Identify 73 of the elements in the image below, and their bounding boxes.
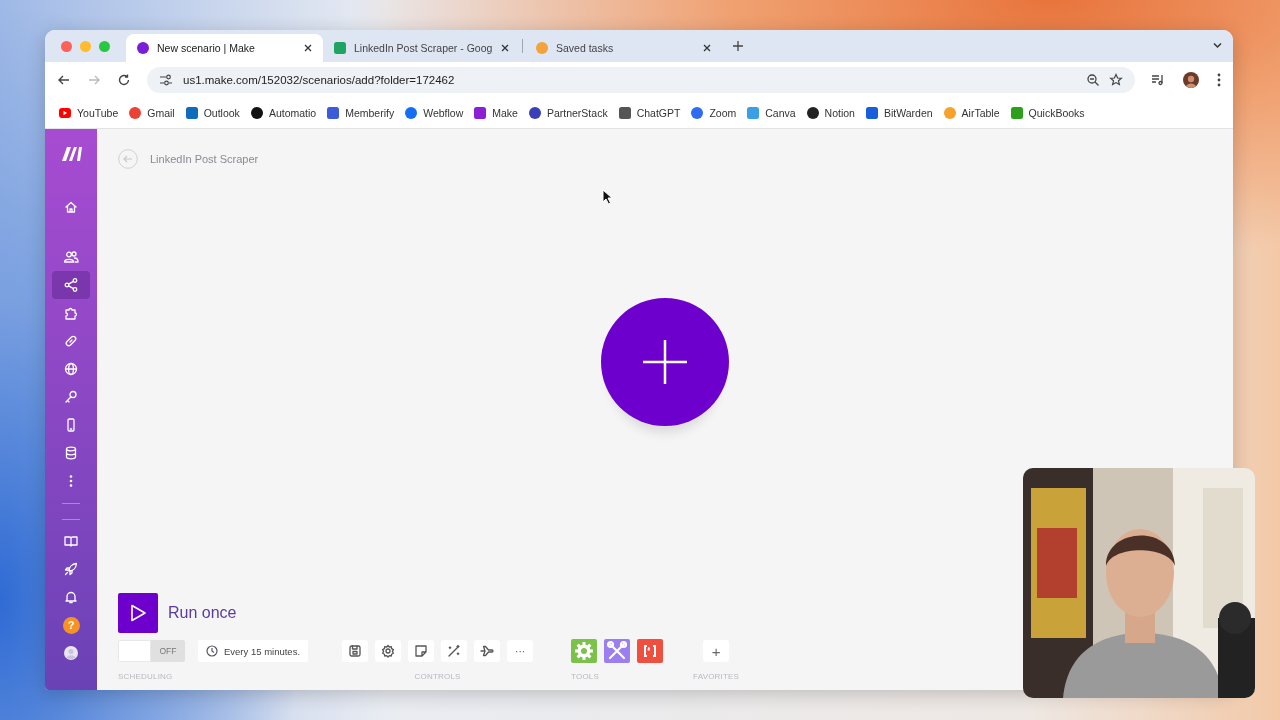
close-dot[interactable]: [61, 40, 72, 52]
bookmark-link[interactable]: Make: [470, 103, 521, 122]
minimize-dot[interactable]: [80, 40, 91, 52]
bookmark-link[interactable]: Automatio: [246, 103, 320, 122]
section-caption: CONTROLS: [413, 672, 462, 681]
database-icon: [63, 445, 79, 461]
save-icon: [347, 643, 364, 659]
clock-icon: [206, 645, 218, 657]
section-caption: SCHEDULING: [118, 672, 174, 681]
reload-icon[interactable]: [117, 72, 131, 87]
scenario-title: LinkedIn Post Scraper: [150, 153, 259, 165]
magic-wand-button[interactable]: [441, 640, 468, 662]
bookmark-link[interactable]: Webflow: [401, 103, 467, 122]
bookmark-link[interactable]: Canva: [743, 103, 799, 122]
note-icon: [413, 643, 430, 659]
address-field[interactable]: us1.make.com/152032/scenarios/add?folder=172462: [147, 66, 1135, 93]
puzzle-icon: [63, 305, 79, 321]
bell-icon: [63, 589, 79, 605]
bookmark-link[interactable]: ChatGPT: [614, 103, 684, 122]
bookmark-link[interactable]: YouTube: [55, 103, 122, 122]
bookmark-link[interactable]: Memberify: [323, 103, 398, 122]
new-tab-icon[interactable]: [732, 40, 744, 52]
tool-button[interactable]: [637, 639, 664, 663]
airplane-button[interactable]: [474, 640, 501, 662]
globe-icon: [63, 361, 79, 377]
book-icon: [63, 533, 79, 549]
menu-icon[interactable]: [1217, 72, 1221, 87]
bookmark-link[interactable]: BitWarden: [861, 103, 936, 122]
interval-button[interactable]: Every 15 minutes.: [198, 640, 309, 662]
settings-button[interactable]: [375, 640, 402, 662]
bookmark-star-icon[interactable]: [1109, 73, 1123, 86]
key-icon: [63, 389, 79, 405]
close-icon[interactable]: [303, 43, 313, 53]
avatar-icon: [63, 645, 79, 661]
browser-tab[interactable]: Saved tasks: [525, 34, 722, 62]
play-icon: [129, 604, 147, 622]
section-caption: FAVORITES: [693, 672, 740, 681]
bookmark-link[interactable]: QuickBooks: [1006, 103, 1088, 122]
home-icon: [63, 199, 79, 215]
airplane-icon: [479, 643, 496, 659]
browser-tab[interactable]: New scenario | Make: [126, 34, 323, 62]
profile-avatar-icon[interactable]: [1183, 71, 1199, 88]
bookmark-link[interactable]: PartnerStack: [524, 103, 611, 122]
scheduling-toggle[interactable]: OFF: [118, 640, 185, 662]
zoom-dot[interactable]: [99, 40, 110, 52]
plus-icon: [643, 340, 687, 384]
magic-wand-icon: [446, 643, 463, 659]
bookmark-link[interactable]: Notion: [802, 103, 858, 122]
link-icon: [63, 333, 79, 349]
zoom-out-icon[interactable]: [1086, 73, 1099, 86]
save-button[interactable]: [342, 640, 369, 662]
settings-icon: [380, 643, 397, 659]
close-icon[interactable]: [500, 43, 510, 53]
run-button[interactable]: [118, 593, 158, 633]
rocket-icon: [63, 561, 79, 577]
add-favorite-button[interactable]: +: [703, 640, 730, 662]
note-button[interactable]: [408, 640, 435, 662]
more-button[interactable]: ···: [507, 640, 534, 662]
share-icon: [63, 277, 79, 293]
media-icon[interactable]: [1151, 73, 1165, 86]
chevron-down-icon[interactable]: [1212, 40, 1223, 51]
site-settings-icon[interactable]: [159, 72, 173, 87]
tool-button[interactable]: [604, 639, 631, 663]
browser-tab[interactable]: LinkedIn Post Scraper - Goog: [323, 34, 520, 62]
run-once-label: Run once: [168, 604, 237, 622]
bookmark-link[interactable]: AirTable: [939, 103, 1003, 122]
bookmark-link[interactable]: Outlook: [181, 103, 243, 122]
sidebar-item[interactable]: [52, 271, 90, 299]
users-icon: [63, 249, 79, 265]
close-icon[interactable]: [702, 43, 712, 53]
bookmark-link[interactable]: Gmail: [125, 103, 178, 122]
bookmark-link[interactable]: Zoom: [687, 103, 740, 122]
cursor-icon: [602, 189, 613, 205]
